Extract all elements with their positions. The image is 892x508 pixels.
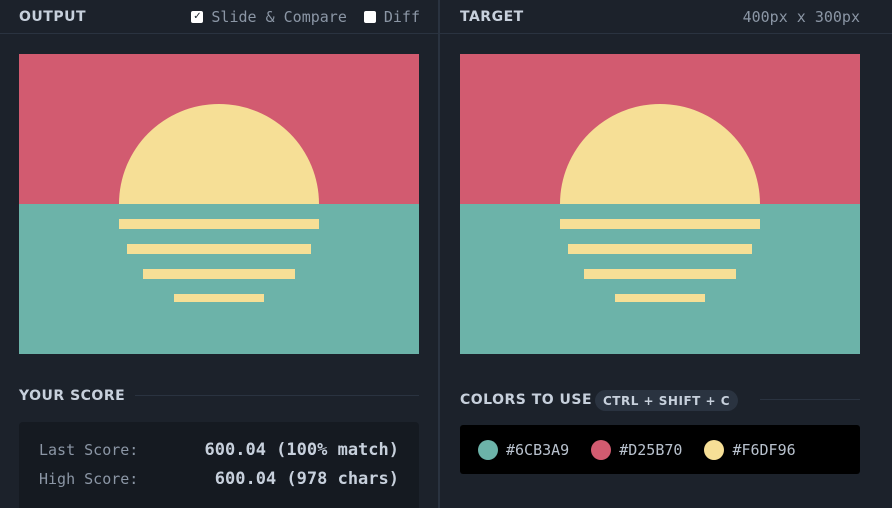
target-image	[460, 54, 860, 354]
output-controls: ✓ Slide & Compare Diff	[191, 8, 420, 26]
color-dot	[478, 439, 498, 460]
target-title: TARGET	[460, 8, 524, 25]
output-stripe	[127, 244, 311, 254]
target-stripe	[568, 244, 752, 254]
output-stripe	[119, 219, 319, 229]
score-rule	[135, 395, 419, 396]
output-stripe	[174, 294, 264, 302]
high-score-value: 600.04 (978 chars)	[214, 469, 399, 489]
high-score-row: High Score: 600.04 (978 chars)	[39, 469, 399, 489]
output-canvas[interactable]	[19, 54, 419, 354]
score-panel: Last Score: 600.04 (100% match) High Sco…	[19, 422, 419, 508]
colors-rule	[760, 399, 860, 400]
output-title: OUTPUT	[19, 8, 86, 25]
last-score-label: Last Score:	[39, 441, 139, 459]
color-swatch[interactable]: #D25B70	[591, 439, 682, 460]
slide-compare-label[interactable]: Slide & Compare	[211, 8, 346, 26]
diff-checkbox[interactable]	[363, 10, 376, 23]
slide-compare-checkbox[interactable]: ✓	[191, 10, 204, 23]
target-stripe	[584, 269, 736, 279]
color-hex[interactable]: #D25B70	[619, 441, 682, 459]
output-image	[19, 54, 419, 354]
last-score-value: 600.04 (100% match)	[204, 440, 399, 460]
color-swatch[interactable]: #F6DF96	[704, 439, 796, 460]
target-stripe	[560, 219, 760, 229]
target-stripe	[615, 294, 705, 302]
output-header: OUTPUT ✓ Slide & Compare Diff	[0, 0, 438, 34]
colors-title: COLORS TO USE	[460, 392, 593, 408]
high-score-label: High Score:	[39, 470, 139, 488]
target-header: TARGET 400px x 300px	[440, 0, 892, 34]
color-dot	[704, 439, 725, 460]
last-score-row: Last Score: 600.04 (100% match)	[39, 440, 399, 460]
css-battle-editor: OUTPUT ✓ Slide & Compare Diff TARGET 400…	[0, 0, 892, 508]
output-stripe	[143, 269, 295, 279]
target-dimensions: 400px x 300px	[742, 7, 860, 26]
target-canvas	[460, 54, 860, 354]
color-dot	[591, 439, 612, 460]
diff-label[interactable]: Diff	[384, 8, 420, 26]
copy-colors-shortcut-badge: CTRL + SHIFT + C	[595, 390, 739, 411]
color-hex[interactable]: #6CB3A9	[506, 441, 569, 459]
color-palette: #6CB3A9 #D25B70 #F6DF96	[460, 425, 860, 474]
color-hex[interactable]: #F6DF96	[732, 441, 795, 459]
score-title: YOUR SCORE	[19, 388, 126, 404]
color-swatch[interactable]: #6CB3A9	[478, 439, 569, 460]
panel-divider[interactable]	[438, 0, 440, 508]
